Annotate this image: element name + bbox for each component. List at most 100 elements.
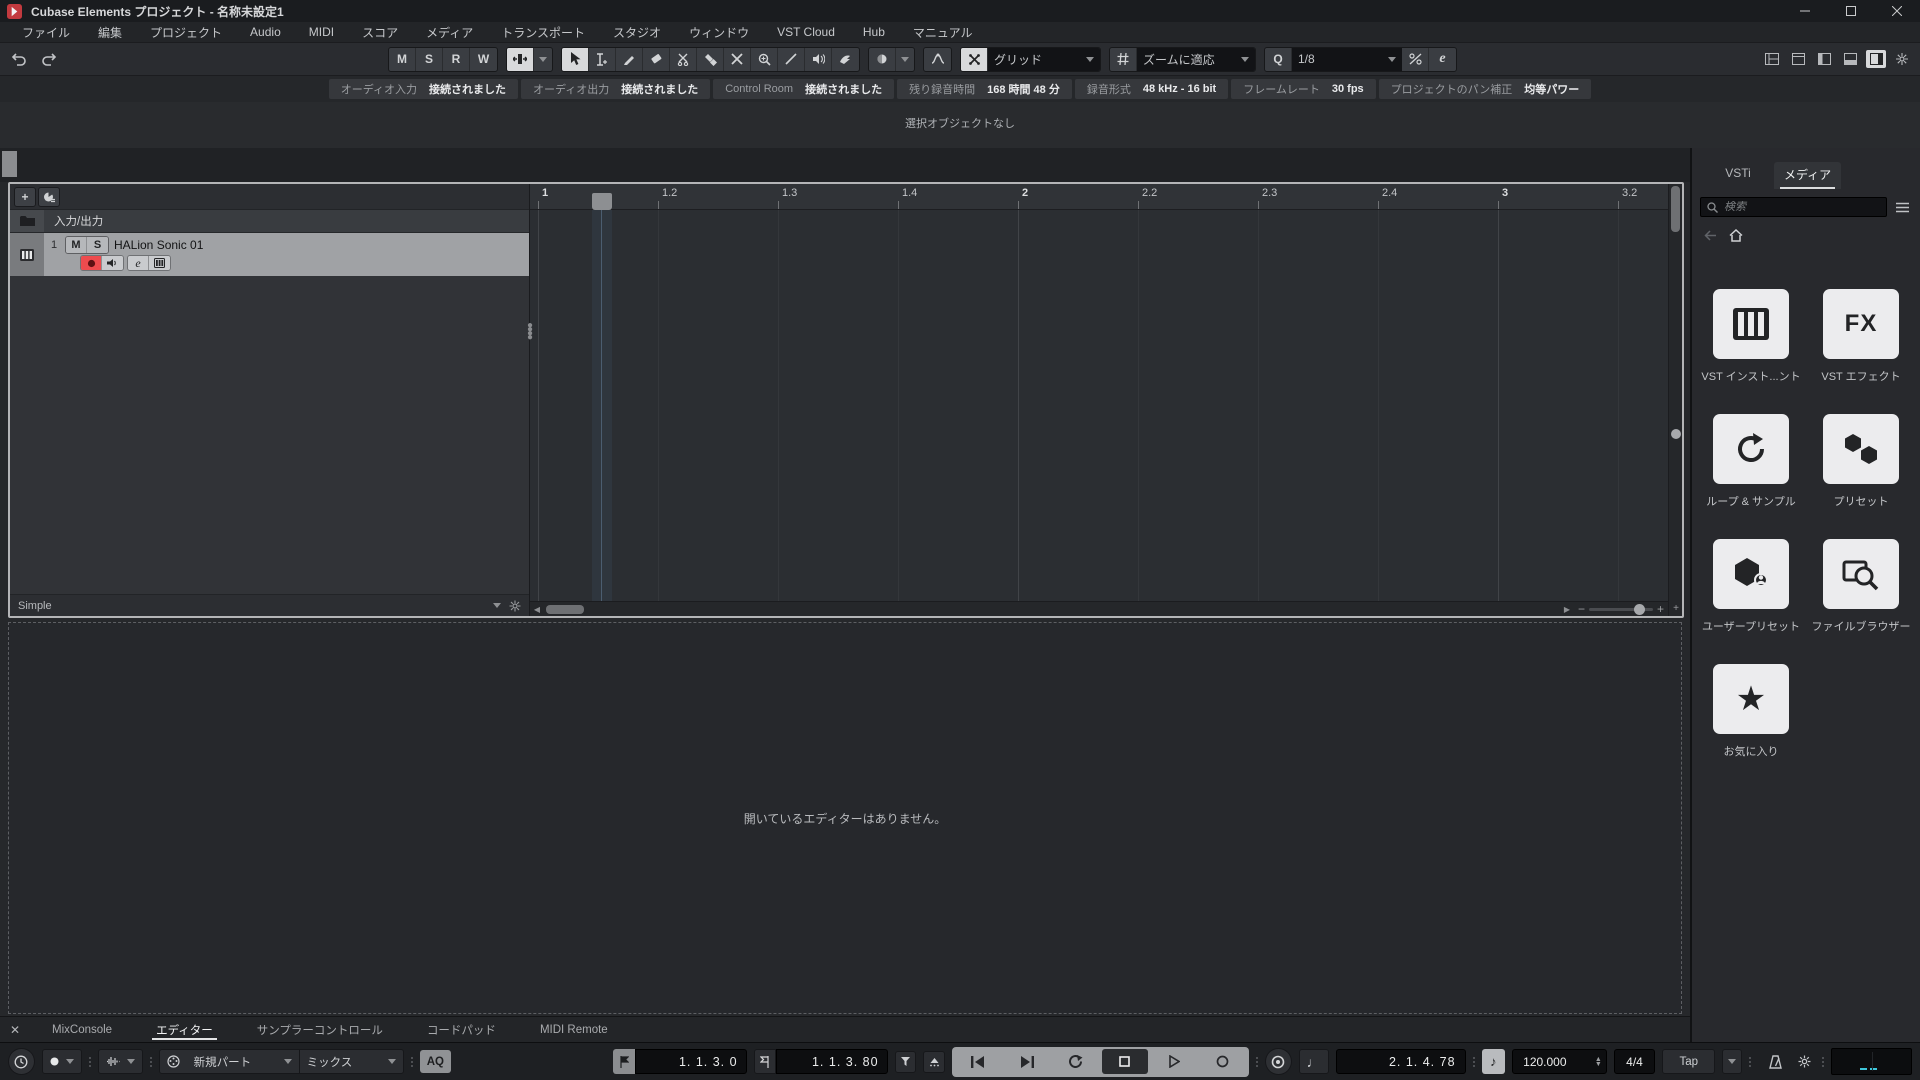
mute-tool-icon[interactable] xyxy=(724,47,751,71)
select-tool-icon[interactable] xyxy=(562,47,589,71)
menu-score[interactable]: スコア xyxy=(348,24,412,41)
left-locator-display[interactable]: 1. 1. 3. 0 xyxy=(634,1049,747,1074)
close-lower-zone-icon[interactable]: ✕ xyxy=(0,1023,30,1037)
record-button[interactable] xyxy=(1200,1049,1246,1074)
track-list-settings-gear-icon[interactable] xyxy=(509,600,521,612)
track-filter-dropdown-icon[interactable] xyxy=(493,603,501,608)
status-audio-input[interactable]: オーディオ入力 接続されました xyxy=(328,79,518,99)
media-tile-vst-effects[interactable]: FX VST エフェクト xyxy=(1821,289,1901,384)
play-button[interactable] xyxy=(1151,1049,1197,1074)
h-scroll-track[interactable] xyxy=(544,604,1560,614)
h-scroll-thumb[interactable] xyxy=(546,604,584,614)
menu-hub[interactable]: Hub xyxy=(849,25,899,39)
track-row-halion[interactable]: 1 M S HALion Sonic 01 e xyxy=(10,233,529,276)
open-quantize-panel-icon[interactable]: e xyxy=(1429,48,1456,71)
read-automation-button[interactable]: R xyxy=(443,47,470,71)
v-zoom-knob[interactable] xyxy=(1671,429,1681,439)
back-icon[interactable] xyxy=(1704,229,1717,241)
project-cursor-handle[interactable] xyxy=(592,193,612,210)
track-name[interactable]: HALion Sonic 01 xyxy=(114,238,203,252)
media-tile-favorites[interactable]: ★ お気に入り xyxy=(1713,664,1789,759)
grid-type-dropdown[interactable]: ズームに適応 xyxy=(1137,47,1255,71)
status-audio-output[interactable]: オーディオ出力 接続されました xyxy=(520,79,711,99)
tab-chord-pads[interactable]: コードパッド xyxy=(405,1017,518,1042)
tempo-options-dropdown[interactable] xyxy=(1722,1049,1743,1074)
draw-tool-icon[interactable] xyxy=(616,47,643,71)
io-channels-row[interactable]: 入力/出力 xyxy=(10,210,529,233)
autoscroll-options-dropdown[interactable] xyxy=(534,48,552,71)
menu-audio[interactable]: Audio xyxy=(236,25,295,39)
zoom-out-icon[interactable]: − xyxy=(1578,602,1585,616)
menu-midi[interactable]: MIDI xyxy=(295,25,348,39)
media-tile-loops-samples[interactable]: ループ & サンプル xyxy=(1706,414,1796,509)
tab-editor[interactable]: エディター xyxy=(134,1017,235,1042)
status-control-room[interactable]: Control Room 接続されました xyxy=(713,79,895,99)
status-frame-rate[interactable]: フレームレート 30 fps xyxy=(1231,79,1376,99)
metronome-icon[interactable] xyxy=(1765,1051,1787,1073)
track-list-empty-area[interactable] xyxy=(10,276,529,594)
left-locator[interactable]: 1. 1. 3. 0 xyxy=(612,1049,747,1074)
audio-performance-meter[interactable] xyxy=(1831,1048,1912,1075)
status-record-format[interactable]: 録音形式 48 kHz - 16 bit xyxy=(1074,79,1229,99)
media-search-box[interactable] xyxy=(1700,197,1887,217)
v-zoom-in-icon[interactable]: + xyxy=(1669,603,1682,614)
setup-toolbar-icon[interactable] xyxy=(1892,50,1912,68)
punch-in-icon[interactable] xyxy=(894,1050,917,1073)
record-mode-group[interactable] xyxy=(41,1049,82,1074)
menu-studio[interactable]: スタジオ xyxy=(599,24,675,41)
solo-all-button[interactable]: S xyxy=(416,47,443,71)
tab-midi-remote[interactable]: MIDI Remote xyxy=(518,1017,630,1042)
menu-file[interactable]: ファイル xyxy=(8,24,84,41)
h-zoom-thumb[interactable] xyxy=(1633,603,1645,615)
timeline-ruler[interactable]: 1 1.2 1.3 1.4 2 2.2 2.3 2.4 3 3.2 xyxy=(530,184,1668,210)
maximize-button[interactable] xyxy=(1828,0,1874,22)
autoscroll-icon[interactable] xyxy=(507,47,534,71)
zoom-tool-icon[interactable] xyxy=(751,47,778,71)
search-input[interactable] xyxy=(1724,201,1880,213)
v-scroll-thumb[interactable] xyxy=(1671,186,1680,232)
snap-type-dropdown[interactable]: グリッド xyxy=(988,47,1100,71)
range-select-tool-icon[interactable] xyxy=(589,47,616,71)
record-enable-button[interactable] xyxy=(81,256,102,270)
lower-zone-editor[interactable]: 開いているエディターはありません。 xyxy=(8,622,1682,1014)
menu-vst-cloud[interactable]: VST Cloud xyxy=(763,25,849,39)
home-icon[interactable] xyxy=(1729,228,1743,242)
media-tile-user-presets[interactable]: ユーザープリセット xyxy=(1702,539,1800,634)
edit-channel-settings-button[interactable]: e xyxy=(128,256,149,270)
midi-insert-mode-dropdown[interactable]: 新規パート xyxy=(187,1050,299,1073)
color-tool-icon[interactable] xyxy=(832,48,859,71)
status-record-time[interactable]: 残り録音時間 168 時間 48 分 xyxy=(897,79,1072,99)
tab-mixconsole[interactable]: MixConsole xyxy=(30,1017,134,1042)
window-layout-setup-icon[interactable] xyxy=(1762,50,1782,68)
tab-media[interactable]: メディア xyxy=(1774,162,1842,189)
scroll-right-icon[interactable]: ▶ xyxy=(1560,605,1574,614)
mute-all-button[interactable]: M xyxy=(389,47,416,71)
h-zoom-track[interactable] xyxy=(1588,603,1653,615)
use-track-preset-button[interactable] xyxy=(38,186,60,207)
add-track-button[interactable]: + xyxy=(14,186,36,207)
zoom-in-icon[interactable]: + xyxy=(1657,602,1664,616)
automation-follows-events-icon[interactable] xyxy=(924,48,951,71)
record-mode-dropdown-icon[interactable] xyxy=(65,1059,74,1064)
event-grid[interactable] xyxy=(530,210,1668,601)
menu-window[interactable]: ウィンドウ xyxy=(675,24,763,41)
menu-edit[interactable]: 編集 xyxy=(84,24,136,41)
quantize-dropdown[interactable]: 1/8 xyxy=(1292,47,1402,71)
vertical-scrollbar[interactable]: + xyxy=(1668,184,1682,616)
right-locator[interactable]: 1. 1. 3. 80 xyxy=(753,1049,888,1074)
split-tool-icon[interactable] xyxy=(670,47,697,71)
monitor-button[interactable] xyxy=(102,256,123,270)
glue-tool-icon[interactable] xyxy=(697,47,724,71)
menu-transport[interactable]: トランスポート xyxy=(487,24,599,41)
media-tile-presets[interactable]: プリセット xyxy=(1823,414,1899,509)
right-locator-display[interactable]: 1. 1. 3. 80 xyxy=(775,1049,888,1074)
track-filter-preset[interactable]: Simple xyxy=(18,600,52,612)
scroll-left-icon[interactable]: ◀ xyxy=(530,605,544,614)
menu-project[interactable]: プロジェクト xyxy=(136,24,236,41)
audio-record-mode-dropdown-icon[interactable] xyxy=(126,1059,135,1064)
auto-quantize-button[interactable]: AQ xyxy=(419,1050,452,1073)
metronome-setup-gear-icon[interactable] xyxy=(1794,1051,1816,1073)
menu-media[interactable]: メディア xyxy=(412,24,487,41)
nudge-icon[interactable] xyxy=(869,47,896,71)
play-tool-icon[interactable] xyxy=(805,47,832,71)
